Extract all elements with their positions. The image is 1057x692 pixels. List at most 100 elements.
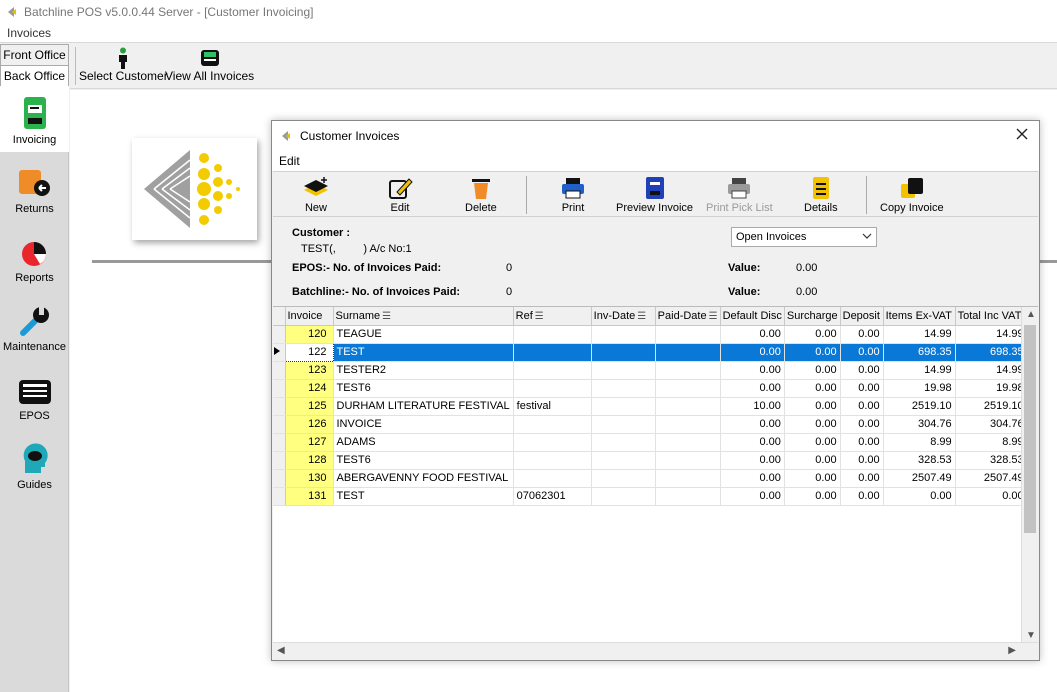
table-cell[interactable]: 0.00 xyxy=(720,361,785,380)
invoice-grid[interactable]: Invoice Surname ☰ Ref ☰ Inv-Date ☰ Paid-Dat… xyxy=(273,306,1038,659)
row-indicator[interactable] xyxy=(273,415,286,434)
column-header-total-inc-vat[interactable]: Total Inc VAT xyxy=(955,307,1028,326)
column-header-surcharge[interactable]: Surcharge xyxy=(784,307,841,326)
vertical-scroll-thumb[interactable] xyxy=(1024,325,1036,533)
table-cell[interactable]: 698.35 xyxy=(955,343,1028,362)
row-indicator[interactable] xyxy=(273,343,286,362)
table-cell[interactable] xyxy=(513,343,592,362)
table-cell[interactable]: 0.00 xyxy=(784,379,841,398)
table-cell[interactable] xyxy=(655,397,721,416)
column-header-deposit[interactable]: Deposit xyxy=(840,307,884,326)
table-cell[interactable] xyxy=(591,415,656,434)
table-cell[interactable]: 328.53 xyxy=(955,451,1028,470)
table-row[interactable]: 125 DURHAM LITERATURE FESTIVAL festival 10.… xyxy=(273,397,1028,416)
table-cell[interactable] xyxy=(655,487,721,506)
column-header-invoice[interactable]: Invoice xyxy=(285,307,334,326)
table-cell[interactable] xyxy=(591,469,656,488)
table-cell[interactable]: 0.00 xyxy=(720,415,785,434)
scroll-down-icon[interactable]: ▼ xyxy=(1026,630,1036,641)
table-cell[interactable] xyxy=(591,451,656,470)
table-cell[interactable]: 0.00 xyxy=(840,397,884,416)
details-button[interactable]: Details xyxy=(804,176,838,214)
table-cell[interactable]: 14.99 xyxy=(955,361,1028,380)
filter-icon[interactable]: ☰ xyxy=(709,311,718,322)
sidebar-item-maintenance[interactable]: Maintenance xyxy=(0,293,69,359)
invoice-status-select[interactable]: Open Invoices xyxy=(731,227,877,247)
table-cell[interactable] xyxy=(591,325,656,344)
table-row[interactable]: 124 TEST6 0.00 0.00 0.00 19.98 19.98 xyxy=(273,379,1028,398)
table-cell[interactable]: 2507.49 xyxy=(955,469,1028,488)
table-row[interactable]: 127 ADAMS 0.00 0.00 0.00 8.99 8.99 xyxy=(273,433,1028,452)
table-cell[interactable] xyxy=(655,433,721,452)
table-cell[interactable]: 127 xyxy=(285,433,334,452)
row-indicator[interactable] xyxy=(273,487,286,506)
new-invoice-button[interactable]: New xyxy=(302,176,330,214)
table-cell[interactable]: 0.00 xyxy=(720,469,785,488)
table-cell[interactable]: 2507.49 xyxy=(883,469,956,488)
row-indicator[interactable] xyxy=(273,325,286,344)
table-cell[interactable] xyxy=(591,487,656,506)
table-cell[interactable]: 0.00 xyxy=(784,415,841,434)
table-cell[interactable]: 304.76 xyxy=(955,415,1028,434)
table-cell[interactable]: 328.53 xyxy=(883,451,956,470)
table-cell[interactable] xyxy=(591,397,656,416)
table-cell[interactable]: 125 xyxy=(285,397,334,416)
table-cell[interactable] xyxy=(513,361,592,380)
table-cell[interactable]: 8.99 xyxy=(883,433,956,452)
table-row[interactable]: 120 TEAGUE 0.00 0.00 0.00 14.99 14.99 xyxy=(273,325,1028,344)
table-cell[interactable]: INVOICE xyxy=(333,415,514,434)
table-cell[interactable]: festival xyxy=(513,397,592,416)
table-cell[interactable]: 0.00 xyxy=(840,433,884,452)
table-row[interactable]: 122 TEST 0.00 0.00 0.00 698.35 698.35 xyxy=(273,342,1028,362)
table-cell[interactable]: 0.00 xyxy=(840,451,884,470)
table-cell[interactable]: 14.99 xyxy=(883,325,956,344)
scroll-up-icon[interactable]: ▲ xyxy=(1026,309,1036,320)
table-cell[interactable]: 0.00 xyxy=(883,487,956,506)
table-cell[interactable]: 14.99 xyxy=(883,361,956,380)
table-cell[interactable]: 0.00 xyxy=(720,379,785,398)
column-header-ref[interactable]: Ref ☰ xyxy=(513,307,592,326)
table-cell[interactable]: 120 xyxy=(285,325,334,344)
table-cell[interactable]: 0.00 xyxy=(840,361,884,380)
menu-edit[interactable]: Edit xyxy=(279,154,300,168)
table-cell[interactable]: 0.00 xyxy=(784,469,841,488)
copy-invoice-button[interactable]: Copy Invoice xyxy=(880,176,944,214)
table-cell[interactable]: 126 xyxy=(285,415,334,434)
filter-icon[interactable]: ☰ xyxy=(535,311,544,322)
table-cell[interactable]: 130 xyxy=(285,469,334,488)
table-cell[interactable] xyxy=(655,361,721,380)
row-indicator[interactable] xyxy=(273,397,286,416)
scroll-right-icon[interactable]: ▶ xyxy=(1008,645,1016,656)
table-cell[interactable]: 0.00 xyxy=(720,433,785,452)
table-cell[interactable]: 0.00 xyxy=(784,325,841,344)
filter-icon[interactable]: ☰ xyxy=(382,311,391,322)
table-row[interactable]: 130 ABERGAVENNY FOOD FESTIVAL 0.00 0.00 0.00… xyxy=(273,469,1028,488)
table-cell[interactable] xyxy=(513,433,592,452)
table-row[interactable]: 131 TEST 07062301 0.00 0.00 0.00 0.00 0.00 xyxy=(273,487,1028,506)
print-invoice-button[interactable]: Print xyxy=(559,176,587,214)
table-cell[interactable] xyxy=(513,379,592,398)
delete-invoice-button[interactable]: Delete xyxy=(465,176,497,214)
table-cell[interactable] xyxy=(591,379,656,398)
row-indicator[interactable] xyxy=(273,361,286,380)
table-row[interactable]: 126 INVOICE 0.00 0.00 0.00 304.76 304.76 xyxy=(273,415,1028,434)
table-cell[interactable]: 2519.10 xyxy=(955,397,1028,416)
sidebar-item-reports[interactable]: Reports xyxy=(0,224,69,290)
close-icon[interactable] xyxy=(1015,127,1029,141)
table-cell[interactable]: 0.00 xyxy=(840,469,884,488)
print-pick-list-button[interactable]: Print Pick List xyxy=(706,176,773,214)
table-cell[interactable]: 8.99 xyxy=(955,433,1028,452)
table-cell[interactable]: TEAGUE xyxy=(333,325,514,344)
table-cell[interactable]: 0.00 xyxy=(720,325,785,344)
table-cell[interactable] xyxy=(591,361,656,380)
sidebar-item-guides[interactable]: Guides xyxy=(0,431,69,497)
table-cell[interactable]: 07062301 xyxy=(513,487,592,506)
table-cell[interactable]: 131 xyxy=(285,487,334,506)
table-cell[interactable]: 0.00 xyxy=(840,415,884,434)
tab-front-office[interactable]: Front Office xyxy=(0,44,69,65)
menu-invoices[interactable]: Invoices xyxy=(7,26,51,40)
table-cell[interactable]: 122 xyxy=(284,342,334,362)
preview-invoice-button[interactable]: Preview Invoice xyxy=(616,176,693,214)
table-cell[interactable]: 124 xyxy=(285,379,334,398)
table-cell[interactable]: 698.35 xyxy=(883,343,956,362)
